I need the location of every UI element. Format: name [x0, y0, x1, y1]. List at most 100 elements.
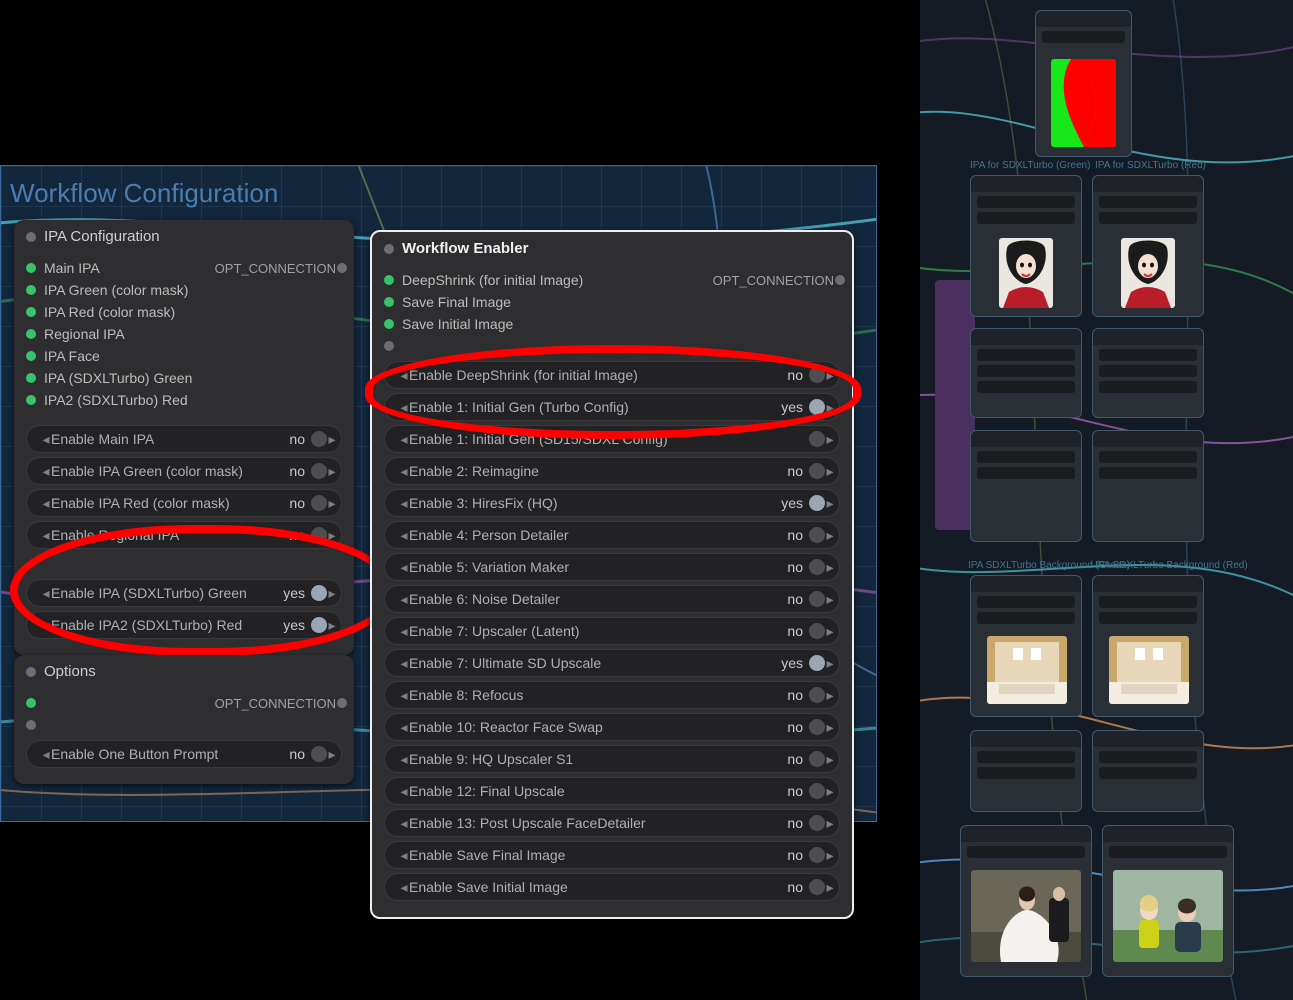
toggle-knob[interactable]	[809, 431, 825, 447]
toggle-en-3[interactable]: ◂Enable 2: Reimagineno▸	[384, 457, 840, 485]
toggle-en-7[interactable]: ◂Enable 6: Noise Detailerno▸	[384, 585, 840, 613]
port-ipa-face[interactable]: IPA Face	[44, 348, 100, 364]
chevron-right-icon[interactable]: ▸	[825, 655, 835, 672]
toggle-knob[interactable]	[809, 623, 825, 639]
chevron-right-icon[interactable]: ▸	[825, 815, 835, 832]
chevron-right-icon[interactable]: ▸	[825, 751, 835, 768]
toggle-en-8[interactable]: ◂Enable 7: Upscaler (Latent)no▸	[384, 617, 840, 645]
chevron-right-icon[interactable]: ▸	[825, 847, 835, 864]
node-header[interactable]: IPA Configuration	[14, 220, 354, 251]
toggle-en-11[interactable]: ◂Enable 10: Reactor Face Swapno▸	[384, 713, 840, 741]
toggle-knob[interactable]	[809, 719, 825, 735]
toggle-en-5[interactable]: ◂Enable 4: Person Detailerno▸	[384, 521, 840, 549]
mini-process-node[interactable]	[1092, 328, 1204, 418]
mini-ipa-bg-green-node[interactable]	[970, 575, 1082, 717]
port-regional-ipa[interactable]: Regional IPA	[44, 326, 125, 342]
chevron-right-icon[interactable]: ▸	[327, 463, 337, 480]
mini-process-node[interactable]	[1092, 730, 1204, 812]
toggle-ipa-3[interactable]: ◂Enable Regional IPAno▸	[26, 521, 342, 549]
mini-process-node[interactable]	[970, 430, 1082, 542]
toggle-en-12[interactable]: ◂Enable 9: HQ Upscaler S1no▸	[384, 745, 840, 773]
toggle-knob[interactable]	[809, 463, 825, 479]
toggle-knob[interactable]	[809, 527, 825, 543]
chevron-left-icon[interactable]: ◂	[399, 719, 409, 736]
toggle-knob[interactable]	[809, 783, 825, 799]
chevron-left-icon[interactable]: ◂	[399, 431, 409, 448]
output-port[interactable]	[835, 275, 845, 285]
chevron-right-icon[interactable]: ▸	[825, 783, 835, 800]
chevron-right-icon[interactable]: ▸	[327, 527, 337, 544]
right-viewport[interactable]: IPA for SDXLTurbo (Green) IPA for SDXLTu…	[920, 0, 1293, 1000]
toggle-knob[interactable]	[809, 847, 825, 863]
toggle-knob[interactable]	[311, 746, 327, 762]
toggle-ipa-0[interactable]: ◂Enable Main IPAno▸	[26, 425, 342, 453]
chevron-left-icon[interactable]: ◂	[41, 617, 51, 634]
toggle-en-13[interactable]: ◂Enable 12: Final Upscaleno▸	[384, 777, 840, 805]
mini-output-node[interactable]	[1102, 825, 1234, 977]
toggle-en-6[interactable]: ◂Enable 5: Variation Makerno▸	[384, 553, 840, 581]
chevron-left-icon[interactable]: ◂	[399, 815, 409, 832]
port-save-initial[interactable]: Save Initial Image	[402, 316, 513, 332]
mini-output-node[interactable]	[960, 825, 1092, 977]
port-ipa-green[interactable]: IPA Green (color mask)	[44, 282, 188, 298]
toggle-knob[interactable]	[809, 879, 825, 895]
toggle-ipa-1[interactable]: ◂Enable IPA Green (color mask)no▸	[26, 457, 342, 485]
toggle-ipa-2[interactable]: ◂Enable IPA Red (color mask)no▸	[26, 489, 342, 517]
chevron-right-icon[interactable]: ▸	[327, 495, 337, 512]
options-node[interactable]: Options OPT_CONNECTION ◂Enable One Butto…	[14, 655, 354, 784]
toggle-knob[interactable]	[809, 591, 825, 607]
chevron-left-icon[interactable]: ◂	[399, 687, 409, 704]
chevron-right-icon[interactable]: ▸	[825, 463, 835, 480]
toggle-knob[interactable]	[311, 495, 327, 511]
port-ipa-sdxlturbo-green[interactable]: IPA (SDXLTurbo) Green	[44, 370, 192, 386]
mini-process-node[interactable]	[970, 730, 1082, 812]
toggle-knob[interactable]	[311, 585, 327, 601]
chevron-left-icon[interactable]: ◂	[399, 367, 409, 384]
mini-mask-node[interactable]	[1035, 10, 1132, 157]
toggle-en-2[interactable]: ◂Enable 1: Initial Gen (SD15/SDXL Config…	[384, 425, 840, 453]
chevron-left-icon[interactable]: ◂	[399, 495, 409, 512]
chevron-right-icon[interactable]: ▸	[327, 585, 337, 602]
chevron-right-icon[interactable]: ▸	[825, 687, 835, 704]
toggle-en-16[interactable]: ◂Enable Save Initial Imageno▸	[384, 873, 840, 901]
chevron-left-icon[interactable]: ◂	[399, 655, 409, 672]
chevron-right-icon[interactable]: ▸	[825, 431, 835, 448]
toggle-knob[interactable]	[809, 751, 825, 767]
toggle-en-4[interactable]: ◂Enable 3: HiresFix (HQ)yes▸	[384, 489, 840, 517]
workflow-enabler-node[interactable]: Workflow Enabler DeepShrink (for initial…	[370, 230, 854, 919]
chevron-left-icon[interactable]: ◂	[41, 746, 51, 763]
port-deepshrink[interactable]: DeepShrink (for initial Image)	[402, 272, 583, 288]
mini-ipa-bg-red-node[interactable]	[1092, 575, 1204, 717]
toggle-ipa-6[interactable]: ◂Enable IPA2 (SDXLTurbo) Redyes▸	[26, 611, 342, 639]
toggle-en-1[interactable]: ◂Enable 1: Initial Gen (Turbo Config)yes…	[384, 393, 840, 421]
toggle-en-10[interactable]: ◂Enable 8: Refocusno▸	[384, 681, 840, 709]
toggle-knob[interactable]	[311, 431, 327, 447]
toggle-en-9[interactable]: ◂Enable 7: Ultimate SD Upscaleyes▸	[384, 649, 840, 677]
toggle-knob[interactable]	[311, 617, 327, 633]
chevron-left-icon[interactable]: ◂	[399, 783, 409, 800]
toggle-knob[interactable]	[809, 399, 825, 415]
chevron-right-icon[interactable]: ▸	[327, 746, 337, 763]
ipa-configuration-node[interactable]: IPA Configuration Main IPA OPT_CONNECTIO…	[14, 220, 354, 655]
toggle-knob[interactable]	[809, 367, 825, 383]
mini-ipa-red-node[interactable]	[1092, 175, 1204, 317]
toggle-knob[interactable]	[809, 655, 825, 671]
chevron-right-icon[interactable]: ▸	[327, 617, 337, 634]
chevron-left-icon[interactable]: ◂	[399, 847, 409, 864]
chevron-left-icon[interactable]: ◂	[41, 495, 51, 512]
chevron-left-icon[interactable]: ◂	[399, 527, 409, 544]
chevron-left-icon[interactable]: ◂	[41, 527, 51, 544]
toggle-knob[interactable]	[809, 687, 825, 703]
output-port[interactable]	[337, 698, 347, 708]
chevron-left-icon[interactable]: ◂	[41, 431, 51, 448]
chevron-left-icon[interactable]: ◂	[41, 463, 51, 480]
mini-process-node[interactable]	[1092, 430, 1204, 542]
port-ipa-red[interactable]: IPA Red (color mask)	[44, 304, 175, 320]
chevron-left-icon[interactable]: ◂	[399, 751, 409, 768]
chevron-right-icon[interactable]: ▸	[825, 399, 835, 416]
chevron-right-icon[interactable]: ▸	[825, 719, 835, 736]
chevron-right-icon[interactable]: ▸	[825, 367, 835, 384]
node-header[interactable]: Workflow Enabler	[372, 232, 852, 263]
chevron-right-icon[interactable]: ▸	[825, 591, 835, 608]
chevron-right-icon[interactable]: ▸	[825, 527, 835, 544]
